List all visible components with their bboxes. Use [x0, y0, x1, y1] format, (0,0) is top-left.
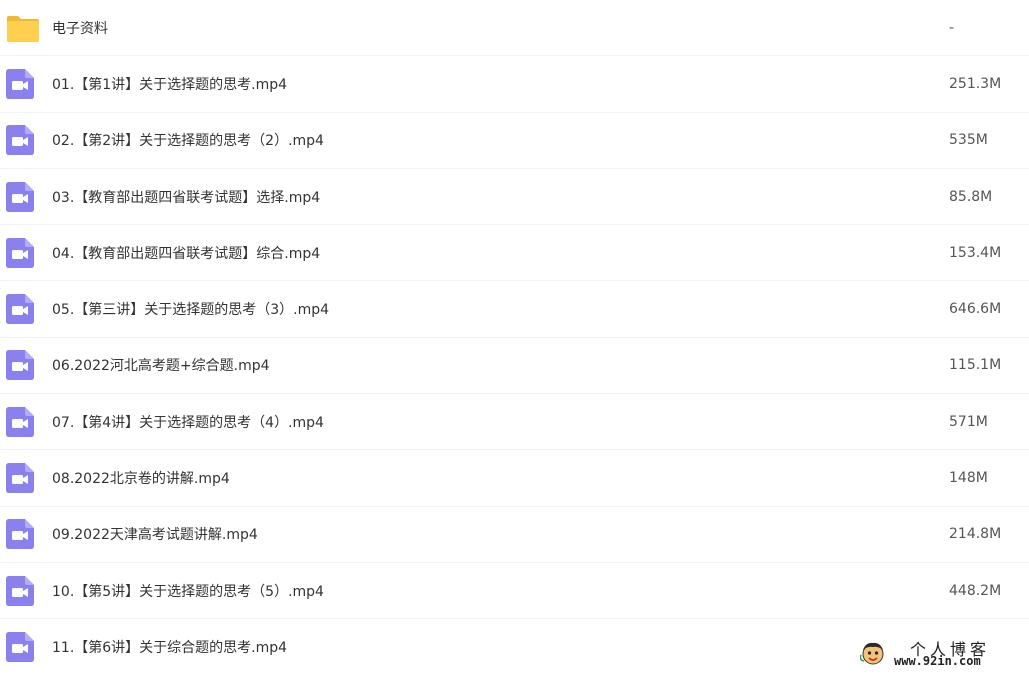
video-file-icon: [6, 68, 34, 99]
file-size: 535M: [949, 132, 988, 149]
file-name: 11.【第6讲】关于综合题的思考.mp4: [52, 640, 288, 657]
file-row[interactable]: 07.【第4讲】关于选择题的思考（4）.mp4 571M: [0, 394, 1029, 451]
file-name: 电子资料: [52, 20, 108, 37]
file-size: 448.2M: [949, 582, 1002, 599]
file-name: 03.【教育部出题四省联考试题】选择.mp4: [52, 189, 321, 206]
video-file-icon: [6, 463, 34, 494]
blog-watermark: 个人博客 www.92in.com: [858, 636, 1024, 672]
file-size: 251.3M: [949, 75, 1002, 92]
file-row[interactable]: 09.2022天津高考试题讲解.mp4 214.8M: [0, 507, 1029, 563]
file-size: 153.4M: [949, 244, 1002, 261]
file-name: 06.2022河北高考题+综合题.mp4: [52, 358, 270, 375]
file-name: 02.【第2讲】关于选择题的思考（2）.mp4: [52, 133, 324, 150]
file-size: 646.6M: [949, 301, 1002, 318]
file-name: 10.【第5讲】关于选择题的思考（5）.mp4: [52, 583, 324, 600]
video-file-icon: [6, 294, 34, 325]
cartoon-face-icon: [859, 640, 886, 666]
file-row[interactable]: 04.【教育部出题四省联考试题】综合.mp4 153.4M: [0, 225, 1029, 282]
file-row[interactable]: 05.【第三讲】关于选择题的思考（3）.mp4 646.6M: [0, 281, 1029, 338]
video-file-icon: [6, 125, 34, 156]
file-row[interactable]: 03.【教育部出题四省联考试题】选择.mp4 85.8M: [0, 169, 1029, 226]
file-row[interactable]: 01.【第1讲】关于选择题的思考.mp4 251.3M: [0, 56, 1029, 113]
video-file-icon: [6, 406, 34, 437]
file-name: 05.【第三讲】关于选择题的思考（3）.mp4: [52, 302, 330, 319]
file-name: 09.2022天津高考试题讲解.mp4: [52, 527, 258, 544]
watermark-url: www.92in.com: [894, 654, 981, 668]
file-size: 115.1M: [949, 357, 1002, 374]
video-file-icon: [6, 237, 34, 268]
file-row[interactable]: 08.2022北京卷的讲解.mp4 148M: [0, 450, 1029, 507]
file-size: 571M: [949, 413, 988, 430]
file-row[interactable]: 10.【第5讲】关于选择题的思考（5）.mp4 448.2M: [0, 563, 1029, 620]
file-size: 148M: [949, 470, 988, 487]
file-row[interactable]: 06.2022河北高考题+综合题.mp4 115.1M: [0, 338, 1029, 395]
video-file-icon: [6, 350, 34, 381]
video-file-icon: [6, 181, 34, 212]
video-file-icon: [6, 519, 34, 550]
file-row[interactable]: 02.【第2讲】关于选择题的思考（2）.mp4 535M: [0, 113, 1029, 169]
video-file-icon: [6, 632, 34, 663]
file-size: -: [949, 19, 955, 36]
file-name: 01.【第1讲】关于选择题的思考.mp4: [52, 76, 288, 93]
file-name: 04.【教育部出题四省联考试题】综合.mp4: [52, 245, 321, 262]
file-size: 214.8M: [949, 526, 1002, 543]
file-row-folder[interactable]: 电子资料 -: [0, 0, 1029, 57]
file-name: 08.2022北京卷的讲解.mp4: [52, 471, 230, 488]
video-file-icon: [6, 575, 34, 606]
file-list: 电子资料 - 01.【第1讲】关于选择题的思考.mp4 251.3M 02.【第…: [0, 0, 1029, 676]
folder-icon: [6, 13, 39, 43]
file-name: 07.【第4讲】关于选择题的思考（4）.mp4: [52, 414, 324, 431]
file-size: 85.8M: [949, 188, 993, 205]
